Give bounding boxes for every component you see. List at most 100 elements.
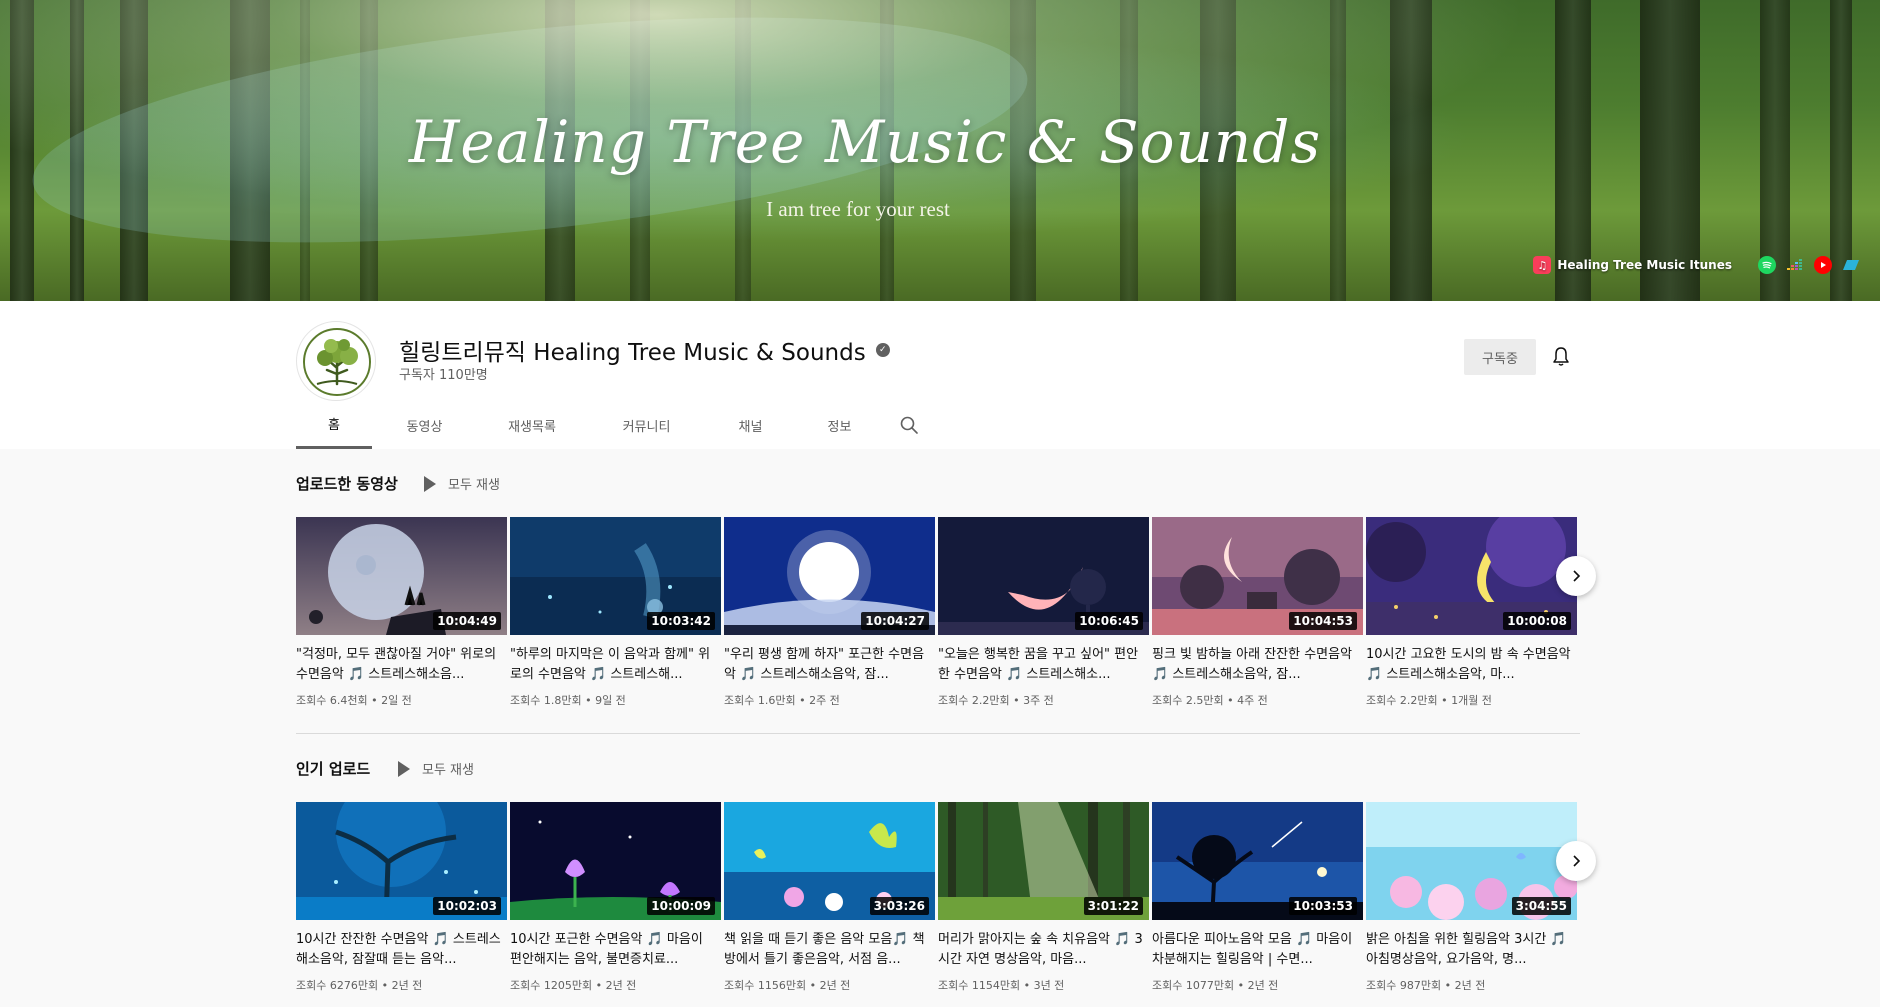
video-thumbnail[interactable]: 3:04:55 bbox=[1366, 802, 1577, 920]
section-divider bbox=[296, 733, 1580, 734]
video-title[interactable]: 머리가 맑아지는 숲 속 치유음악 🎵 3시간 자연 명상음악, 마음... bbox=[938, 930, 1149, 970]
video-card[interactable]: 10:04:49 "걱정마, 모두 괜찮아질 거야" 위로의 수면음악 🎵 스트레… bbox=[296, 517, 507, 708]
video-duration: 10:04:53 bbox=[1289, 612, 1357, 630]
shelf-next-button[interactable] bbox=[1556, 841, 1596, 881]
video-duration: 10:06:45 bbox=[1075, 612, 1143, 630]
subscriber-count: 구독자 110만명 bbox=[399, 368, 488, 383]
apple-music-icon: ♫ bbox=[1533, 256, 1552, 274]
tab-home[interactable]: 홈 bbox=[296, 401, 372, 449]
video-meta: 조회수 1154만회 • 3년 전 bbox=[938, 979, 1065, 992]
video-card[interactable]: 10:04:53 핑크 빛 밤하늘 아래 잔잔한 수면음악 🎵 스트레스해소음악,… bbox=[1152, 517, 1363, 708]
video-duration: 10:00:09 bbox=[647, 897, 715, 915]
video-title[interactable]: 10시간 고요한 도시의 밤 속 수면음악 🎵 스트레스해소음악, 마... bbox=[1366, 645, 1577, 685]
video-title[interactable]: "하루의 마지막은 이 음악과 함께" 위로의 수면음악 🎵 스트레스해... bbox=[510, 645, 721, 685]
video-title[interactable]: "걱정마, 모두 괜찮아질 거야" 위로의 수면음악 🎵 스트레스해소음... bbox=[296, 645, 507, 685]
video-meta: 조회수 987만회 • 2년 전 bbox=[1366, 979, 1486, 992]
video-thumbnail[interactable]: 10:04:53 bbox=[1152, 517, 1363, 635]
video-duration: 3:03:26 bbox=[869, 897, 929, 915]
video-thumbnail[interactable]: 3:01:22 bbox=[938, 802, 1149, 920]
play-all-button-uploads[interactable]: 모두 재생 bbox=[424, 474, 500, 493]
video-card[interactable]: 10:06:45 "오늘은 행복한 꿈을 꾸고 싶어" 편안한 수면음악 🎵 스트… bbox=[938, 517, 1149, 708]
video-thumbnail[interactable]: 10:00:08 bbox=[1366, 517, 1577, 635]
spotify-icon[interactable] bbox=[1758, 256, 1776, 274]
video-thumbnail[interactable]: 10:00:09 bbox=[510, 802, 721, 920]
video-meta: 조회수 6276만회 • 2년 전 bbox=[296, 979, 423, 992]
video-card[interactable]: 10:00:08 10시간 고요한 도시의 밤 속 수면음악 🎵 스트레스해소음악… bbox=[1366, 517, 1577, 708]
video-thumbnail[interactable]: 10:03:42 bbox=[510, 517, 721, 635]
video-title[interactable]: "오늘은 행복한 꿈을 꾸고 싶어" 편안한 수면음악 🎵 스트레스해소... bbox=[938, 645, 1149, 685]
video-duration: 3:01:22 bbox=[1083, 897, 1143, 915]
video-card[interactable]: 3:01:22 머리가 맑아지는 숲 속 치유음악 🎵 3시간 자연 명상음악, … bbox=[938, 802, 1149, 993]
subscribed-button[interactable]: 구독중 bbox=[1464, 339, 1536, 375]
tree-logo-icon bbox=[303, 328, 371, 396]
uploads-shelf: 10:04:49 "걱정마, 모두 괜찮아질 거야" 위로의 수면음악 🎵 스트레… bbox=[296, 517, 1577, 708]
video-card[interactable]: 10:03:53 아름다운 피아노음악 모음 🎵 마음이 차분해지는 힐링음악 |… bbox=[1152, 802, 1363, 993]
video-card[interactable]: 10:00:09 10시간 포근한 수면음악 🎵 마음이 편안해지는 음악, 불면… bbox=[510, 802, 721, 993]
channel-search-icon[interactable] bbox=[884, 401, 934, 449]
video-card[interactable]: 3:04:55 밝은 아침을 위한 힐링음악 3시간 🎵 아침명상음악, 요가음악… bbox=[1366, 802, 1577, 993]
video-thumbnail[interactable]: 10:04:27 bbox=[724, 517, 935, 635]
video-duration: 10:03:53 bbox=[1289, 897, 1357, 915]
video-duration: 10:04:49 bbox=[433, 612, 501, 630]
channel-banner: Healing Tree Music & Sounds I am tree fo… bbox=[0, 0, 1880, 301]
shelf-next-button[interactable] bbox=[1556, 556, 1596, 596]
video-meta: 조회수 2.5만회 • 4주 전 bbox=[1152, 694, 1268, 707]
itunes-link[interactable]: ♫ Healing Tree Music Itunes bbox=[1533, 256, 1732, 274]
play-icon bbox=[398, 760, 410, 777]
video-meta: 조회수 1.8만회 • 9일 전 bbox=[510, 694, 626, 707]
tidal-icon[interactable] bbox=[1842, 256, 1860, 274]
banner-subtitle: I am tree for your rest bbox=[766, 197, 950, 221]
video-card[interactable]: 10:03:42 "하루의 마지막은 이 음악과 함께" 위로의 수면음악 🎵 스… bbox=[510, 517, 721, 708]
section-title-popular: 인기 업로드 bbox=[296, 760, 371, 778]
banner-links: ♫ Healing Tree Music Itunes bbox=[1533, 256, 1860, 274]
play-all-label: 모두 재생 bbox=[448, 478, 500, 493]
itunes-link-label: Healing Tree Music Itunes bbox=[1557, 258, 1732, 272]
video-thumbnail[interactable]: 10:04:49 bbox=[296, 517, 507, 635]
channel-header: 힐링트리뮤직 Healing Tree Music & Sounds ✓ 구독자… bbox=[0, 301, 1880, 449]
youtube-music-icon[interactable] bbox=[1814, 256, 1832, 274]
channel-name-row: 힐링트리뮤직 Healing Tree Music & Sounds ✓ bbox=[399, 333, 890, 367]
video-card[interactable]: 3:03:26 책 읽을 때 듣기 좋은 음악 모음🎵 책방에서 틀기 좋은음악,… bbox=[724, 802, 935, 993]
youtube-channel-page: Healing Tree Music & Sounds I am tree fo… bbox=[0, 0, 1880, 1007]
popular-shelf: 10:02:03 10시간 잔잔한 수면음악 🎵 스트레스 해소음악, 잠잘때 듣… bbox=[296, 802, 1577, 993]
notification-bell-icon[interactable] bbox=[1549, 345, 1573, 369]
deezer-icon[interactable] bbox=[1786, 256, 1804, 274]
video-title[interactable]: 10시간 잔잔한 수면음악 🎵 스트레스 해소음악, 잠잘때 듣는 음악... bbox=[296, 930, 507, 970]
video-meta: 조회수 2.2만회 • 1개월 전 bbox=[1366, 694, 1492, 707]
video-duration: 10:03:42 bbox=[647, 612, 715, 630]
channel-tabs: 홈 동영상 재생목록 커뮤니티 채널 정보 bbox=[296, 401, 934, 449]
tab-channels[interactable]: 채널 bbox=[706, 401, 795, 449]
video-title[interactable]: 밝은 아침을 위한 힐링음악 3시간 🎵 아침명상음악, 요가음악, 명... bbox=[1366, 930, 1577, 970]
chevron-right-icon bbox=[1573, 855, 1581, 867]
video-thumbnail[interactable]: 10:06:45 bbox=[938, 517, 1149, 635]
tab-community[interactable]: 커뮤니티 bbox=[587, 401, 706, 449]
video-thumbnail[interactable]: 3:03:26 bbox=[724, 802, 935, 920]
tab-videos[interactable]: 동영상 bbox=[372, 401, 477, 449]
video-duration: 3:04:55 bbox=[1511, 897, 1571, 915]
video-meta: 조회수 1156만회 • 2년 전 bbox=[724, 979, 851, 992]
video-meta: 조회수 2.2만회 • 3주 전 bbox=[938, 694, 1054, 707]
play-all-button-popular[interactable]: 모두 재생 bbox=[398, 759, 474, 778]
video-duration: 10:04:27 bbox=[861, 612, 929, 630]
banner-title: Healing Tree Music & Sounds bbox=[408, 108, 1322, 176]
video-title[interactable]: 아름다운 피아노음악 모음 🎵 마음이 차분해지는 힐링음악 | 수면... bbox=[1152, 930, 1363, 970]
video-thumbnail[interactable]: 10:03:53 bbox=[1152, 802, 1363, 920]
video-meta: 조회수 1205만회 • 2년 전 bbox=[510, 979, 637, 992]
video-title[interactable]: 핑크 빛 밤하늘 아래 잔잔한 수면음악 🎵 스트레스해소음악, 잠... bbox=[1152, 645, 1363, 685]
video-title[interactable]: 책 읽을 때 듣기 좋은 음악 모음🎵 책방에서 틀기 좋은음악, 서점 음..… bbox=[724, 930, 935, 970]
play-icon bbox=[424, 475, 436, 492]
tab-playlists[interactable]: 재생목록 bbox=[477, 401, 587, 449]
chevron-right-icon bbox=[1573, 570, 1581, 582]
channel-name[interactable]: 힐링트리뮤직 Healing Tree Music & Sounds bbox=[399, 333, 866, 367]
video-card[interactable]: 10:02:03 10시간 잔잔한 수면음악 🎵 스트레스 해소음악, 잠잘때 듣… bbox=[296, 802, 507, 993]
video-title[interactable]: "우리 평생 함께 하자" 포근한 수면음악 🎵 스트레스해소음악, 잠... bbox=[724, 645, 935, 685]
channel-avatar[interactable] bbox=[296, 321, 376, 401]
video-meta: 조회수 6.4천회 • 2일 전 bbox=[296, 694, 412, 707]
video-duration: 10:02:03 bbox=[433, 897, 501, 915]
tab-about[interactable]: 정보 bbox=[795, 401, 884, 449]
video-card[interactable]: 10:04:27 "우리 평생 함께 하자" 포근한 수면음악 🎵 스트레스해소음… bbox=[724, 517, 935, 708]
video-meta: 조회수 1.6만회 • 2주 전 bbox=[724, 694, 840, 707]
play-all-label: 모두 재생 bbox=[422, 763, 474, 778]
video-thumbnail[interactable]: 10:02:03 bbox=[296, 802, 507, 920]
video-title[interactable]: 10시간 포근한 수면음악 🎵 마음이 편안해지는 음악, 불면증치료... bbox=[510, 930, 721, 970]
